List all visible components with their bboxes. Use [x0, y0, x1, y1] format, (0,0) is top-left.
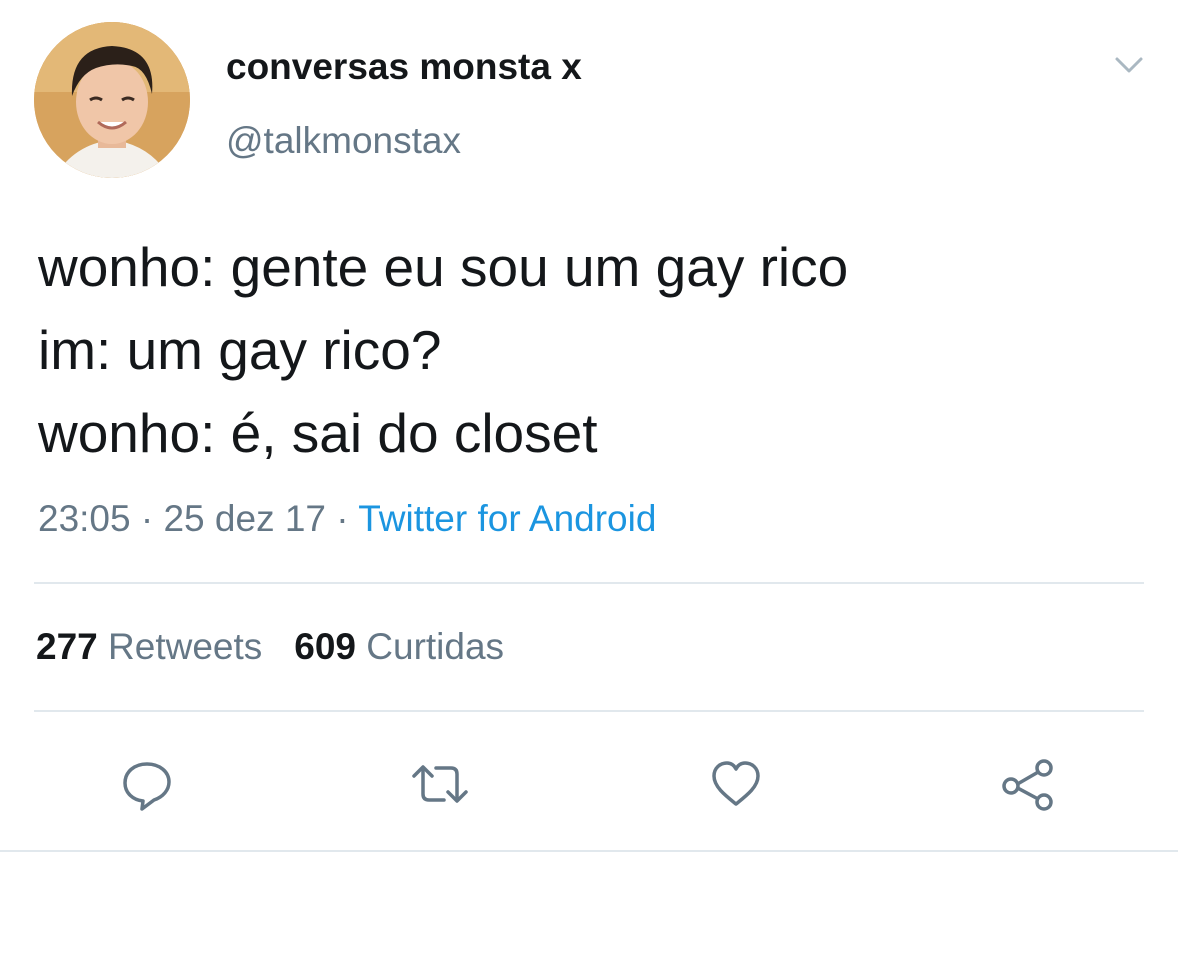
likes-stat[interactable]: 609 Curtidas — [294, 626, 504, 668]
chevron-down-icon[interactable] — [1114, 54, 1144, 76]
like-icon[interactable] — [708, 756, 764, 812]
share-icon[interactable] — [1000, 756, 1056, 812]
reply-icon[interactable] — [119, 756, 175, 812]
meta-separator: · — [130, 498, 164, 539]
tweet-line: wonho: gente eu sou um gay rico — [38, 236, 849, 298]
author-display-name[interactable]: conversas monsta x — [226, 46, 582, 88]
divider — [34, 582, 1144, 584]
tweet-card: conversas monsta x @talkmonstax wonho: g… — [0, 0, 1178, 966]
tweet-time[interactable]: 23:05 — [38, 498, 131, 539]
likes-count: 609 — [294, 626, 356, 667]
engagement-stats: 277 Retweets 609 Curtidas — [36, 626, 504, 668]
retweets-stat[interactable]: 277 Retweets — [36, 626, 262, 668]
tweet-line: wonho: é, sai do closet — [38, 402, 598, 464]
profile-photo-icon — [34, 22, 190, 178]
likes-label: Curtidas — [366, 626, 505, 667]
tweet-text: wonho: gente eu sou um gay rico im: um g… — [38, 226, 848, 475]
tweet-line: im: um gay rico? — [38, 319, 442, 381]
tweet-metadata: 23:05 · 25 dez 17 · Twitter for Android — [38, 498, 656, 540]
meta-separator: · — [326, 498, 359, 539]
tweet-source-link[interactable]: Twitter for Android — [358, 498, 656, 539]
avatar[interactable] — [34, 22, 190, 178]
retweets-count: 277 — [36, 626, 98, 667]
author-handle[interactable]: @talkmonstax — [226, 120, 461, 162]
retweets-label: Retweets — [108, 626, 263, 667]
retweet-icon[interactable] — [408, 756, 472, 812]
divider — [34, 710, 1144, 712]
divider — [0, 850, 1178, 852]
tweet-date[interactable]: 25 dez 17 — [163, 498, 326, 539]
